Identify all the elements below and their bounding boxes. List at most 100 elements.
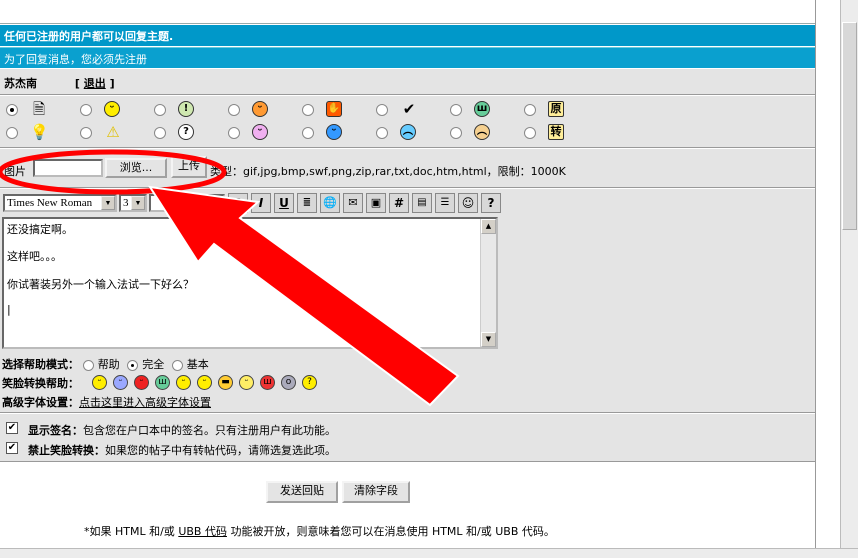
message-textarea[interactable]: 还没搞定啊。 这样吧。。。 你试著装另外一个输入法试一下好么？ | ▲ ▼ <box>2 217 498 349</box>
confused-face-icon[interactable]: ? <box>302 375 317 390</box>
help-mode-radio-basic[interactable] <box>171 359 183 371</box>
scrollbar-thumb[interactable] <box>842 22 857 230</box>
post-icon-option[interactable]: ︵ <box>444 122 518 144</box>
right-pane <box>815 0 858 558</box>
check-icon: ✔ <box>402 100 416 118</box>
image-icon[interactable]: ▣ <box>366 193 386 213</box>
post-icon-radio[interactable] <box>302 127 314 139</box>
help-cursor-icon[interactable]: ? <box>481 193 501 213</box>
upload-label: 图片 <box>4 165 26 178</box>
post-icon-radio[interactable] <box>302 104 314 116</box>
browse-button[interactable]: 浏览... <box>105 158 167 178</box>
post-icon-option[interactable]: 💡 <box>0 122 74 144</box>
post-icon-radio[interactable] <box>80 127 92 139</box>
user-row: 苏杰南 [ 退出 ] <box>0 69 815 95</box>
grin-icon: ᵕ <box>252 101 268 117</box>
post-icon-option[interactable]: ᵕ <box>74 99 148 121</box>
document-icon: 🗎 <box>32 100 46 118</box>
lightbulb-icon: 💡 <box>30 123 49 141</box>
signature-checkbox[interactable]: ✔ <box>6 422 18 434</box>
post-icon-option[interactable]: 原 <box>518 99 592 121</box>
angry-face-icon[interactable]: ᵕ <box>134 375 149 390</box>
post-icon-radio[interactable] <box>450 127 462 139</box>
post-icon-option[interactable]: 转 <box>518 122 592 144</box>
post-icon-option[interactable]: ш <box>444 99 518 121</box>
wink-icon[interactable]: ᵕ <box>176 375 191 390</box>
globe-link-icon[interactable]: 🌐 <box>320 193 340 213</box>
post-icon-option[interactable]: ᵕ <box>222 122 296 144</box>
color-select[interactable]: ▼ <box>149 194 225 212</box>
chevron-down-icon: ▼ <box>131 196 145 210</box>
list-icon[interactable]: ☰ <box>435 193 455 213</box>
teeth-face-icon: ш <box>474 101 490 117</box>
post-icon-option[interactable]: ᵕ <box>222 99 296 121</box>
ubb-code-link[interactable]: UBB 代码 <box>178 525 227 538</box>
question-icon: ? <box>178 124 194 140</box>
post-icon-radio[interactable] <box>6 104 18 116</box>
post-icon-radio[interactable] <box>376 104 388 116</box>
post-icon-option[interactable]: ᵕ <box>296 122 370 144</box>
upload-button[interactable]: 上传 <box>171 156 207 178</box>
post-icon-option[interactable]: ! <box>148 99 222 121</box>
font-select[interactable]: Times New Roman ▼ <box>3 194 117 212</box>
post-icon-option[interactable]: ⚠ <box>74 122 148 144</box>
post-icon-grid: 🗎 ᵕ ! ᵕ ✋ ✔ ш 原 💡 ⚠ ? ᵕ ᵕ ︵ ︵ 转 <box>0 96 815 148</box>
warning-icon: ⚠ <box>106 123 120 141</box>
teeth-face-icon[interactable]: ш <box>155 375 170 390</box>
dizzy-face-icon[interactable]: ᵕ <box>239 375 254 390</box>
textarea-scrollbar[interactable]: ▲ ▼ <box>480 219 496 347</box>
clear-fields-button[interactable]: 清除字段 <box>342 481 410 503</box>
advanced-font-link[interactable]: 点击这里进入高级字体设置 <box>79 396 211 409</box>
post-icon-radio[interactable] <box>154 104 166 116</box>
post-icon-option[interactable]: ✔ <box>370 99 444 121</box>
message-line: 还没搞定啊。 <box>7 223 73 236</box>
scroll-down-icon[interactable]: ▼ <box>481 332 496 347</box>
submit-reply-button[interactable]: 发送回贴 <box>266 481 338 503</box>
post-icon-radio[interactable] <box>450 104 462 116</box>
size-select[interactable]: 3 ▼ <box>119 194 147 212</box>
italic-button[interactable]: I <box>251 193 271 213</box>
html-ubb-footnote: *如果 HTML 和/或 UBB 代码 功能被开放，则意味着您可以在消息使用 H… <box>84 525 555 538</box>
register-notice: 为了回复消息，您必须先注册 <box>0 47 815 68</box>
repost-icon: 转 <box>548 124 564 140</box>
file-path-input[interactable] <box>33 159 103 177</box>
email-icon[interactable]: ✉ <box>343 193 363 213</box>
disable-smiley-checkbox[interactable]: ✔ <box>6 442 18 454</box>
post-icon-option[interactable]: ✋ <box>296 99 370 121</box>
horizontal-scrollbar[interactable] <box>0 548 858 558</box>
frown-icon: ︵ <box>474 124 490 140</box>
post-icon-option[interactable]: ? <box>148 122 222 144</box>
mad-face-icon[interactable]: ш <box>260 375 275 390</box>
post-icon-option[interactable]: ︵ <box>370 122 444 144</box>
help-mode-label: 选择帮助模式： <box>2 358 79 371</box>
message-line: 这样吧。。。 <box>7 250 62 263</box>
quote-icon[interactable]: ▤ <box>412 193 432 213</box>
post-icon-radio[interactable] <box>524 127 536 139</box>
logout-link[interactable]: 退出 <box>84 77 106 90</box>
window-scrollbar[interactable] <box>840 0 858 558</box>
post-icon-option[interactable]: 🗎 <box>0 99 74 121</box>
post-icon-radio[interactable] <box>80 104 92 116</box>
top-band <box>0 0 815 24</box>
help-mode-radio-help[interactable] <box>82 359 94 371</box>
grin-icon[interactable]: ᵕ <box>197 375 212 390</box>
center-align-icon[interactable]: ≣ <box>297 193 317 213</box>
advanced-font-row: 高级字体设置：点击这里进入高级字体设置 <box>2 394 211 410</box>
post-icon-radio[interactable] <box>154 127 166 139</box>
scroll-up-icon[interactable]: ▲ <box>481 219 496 234</box>
post-icon-radio[interactable] <box>6 127 18 139</box>
blue-face-icon[interactable]: ᵕ <box>113 375 128 390</box>
post-icon-radio[interactable] <box>228 127 240 139</box>
hash-code-icon[interactable]: # <box>389 193 409 213</box>
smile-icon[interactable]: ᵕ <box>92 375 107 390</box>
smiley-strip: ᵕ ᵕ ᵕ ш ᵕ ᵕ ▬ ᵕ ш o ? <box>92 375 332 393</box>
bold-button[interactable]: B <box>228 193 248 213</box>
post-icon-radio[interactable] <box>524 104 536 116</box>
smiley-icon[interactable]: ☺ <box>458 193 478 213</box>
help-mode-radio-full[interactable] <box>127 359 139 371</box>
underline-button[interactable]: U <box>274 193 294 213</box>
post-icon-radio[interactable] <box>376 127 388 139</box>
cool-face-icon[interactable]: ▬ <box>218 375 233 390</box>
shocked-face-icon[interactable]: o <box>281 375 296 390</box>
post-icon-radio[interactable] <box>228 104 240 116</box>
